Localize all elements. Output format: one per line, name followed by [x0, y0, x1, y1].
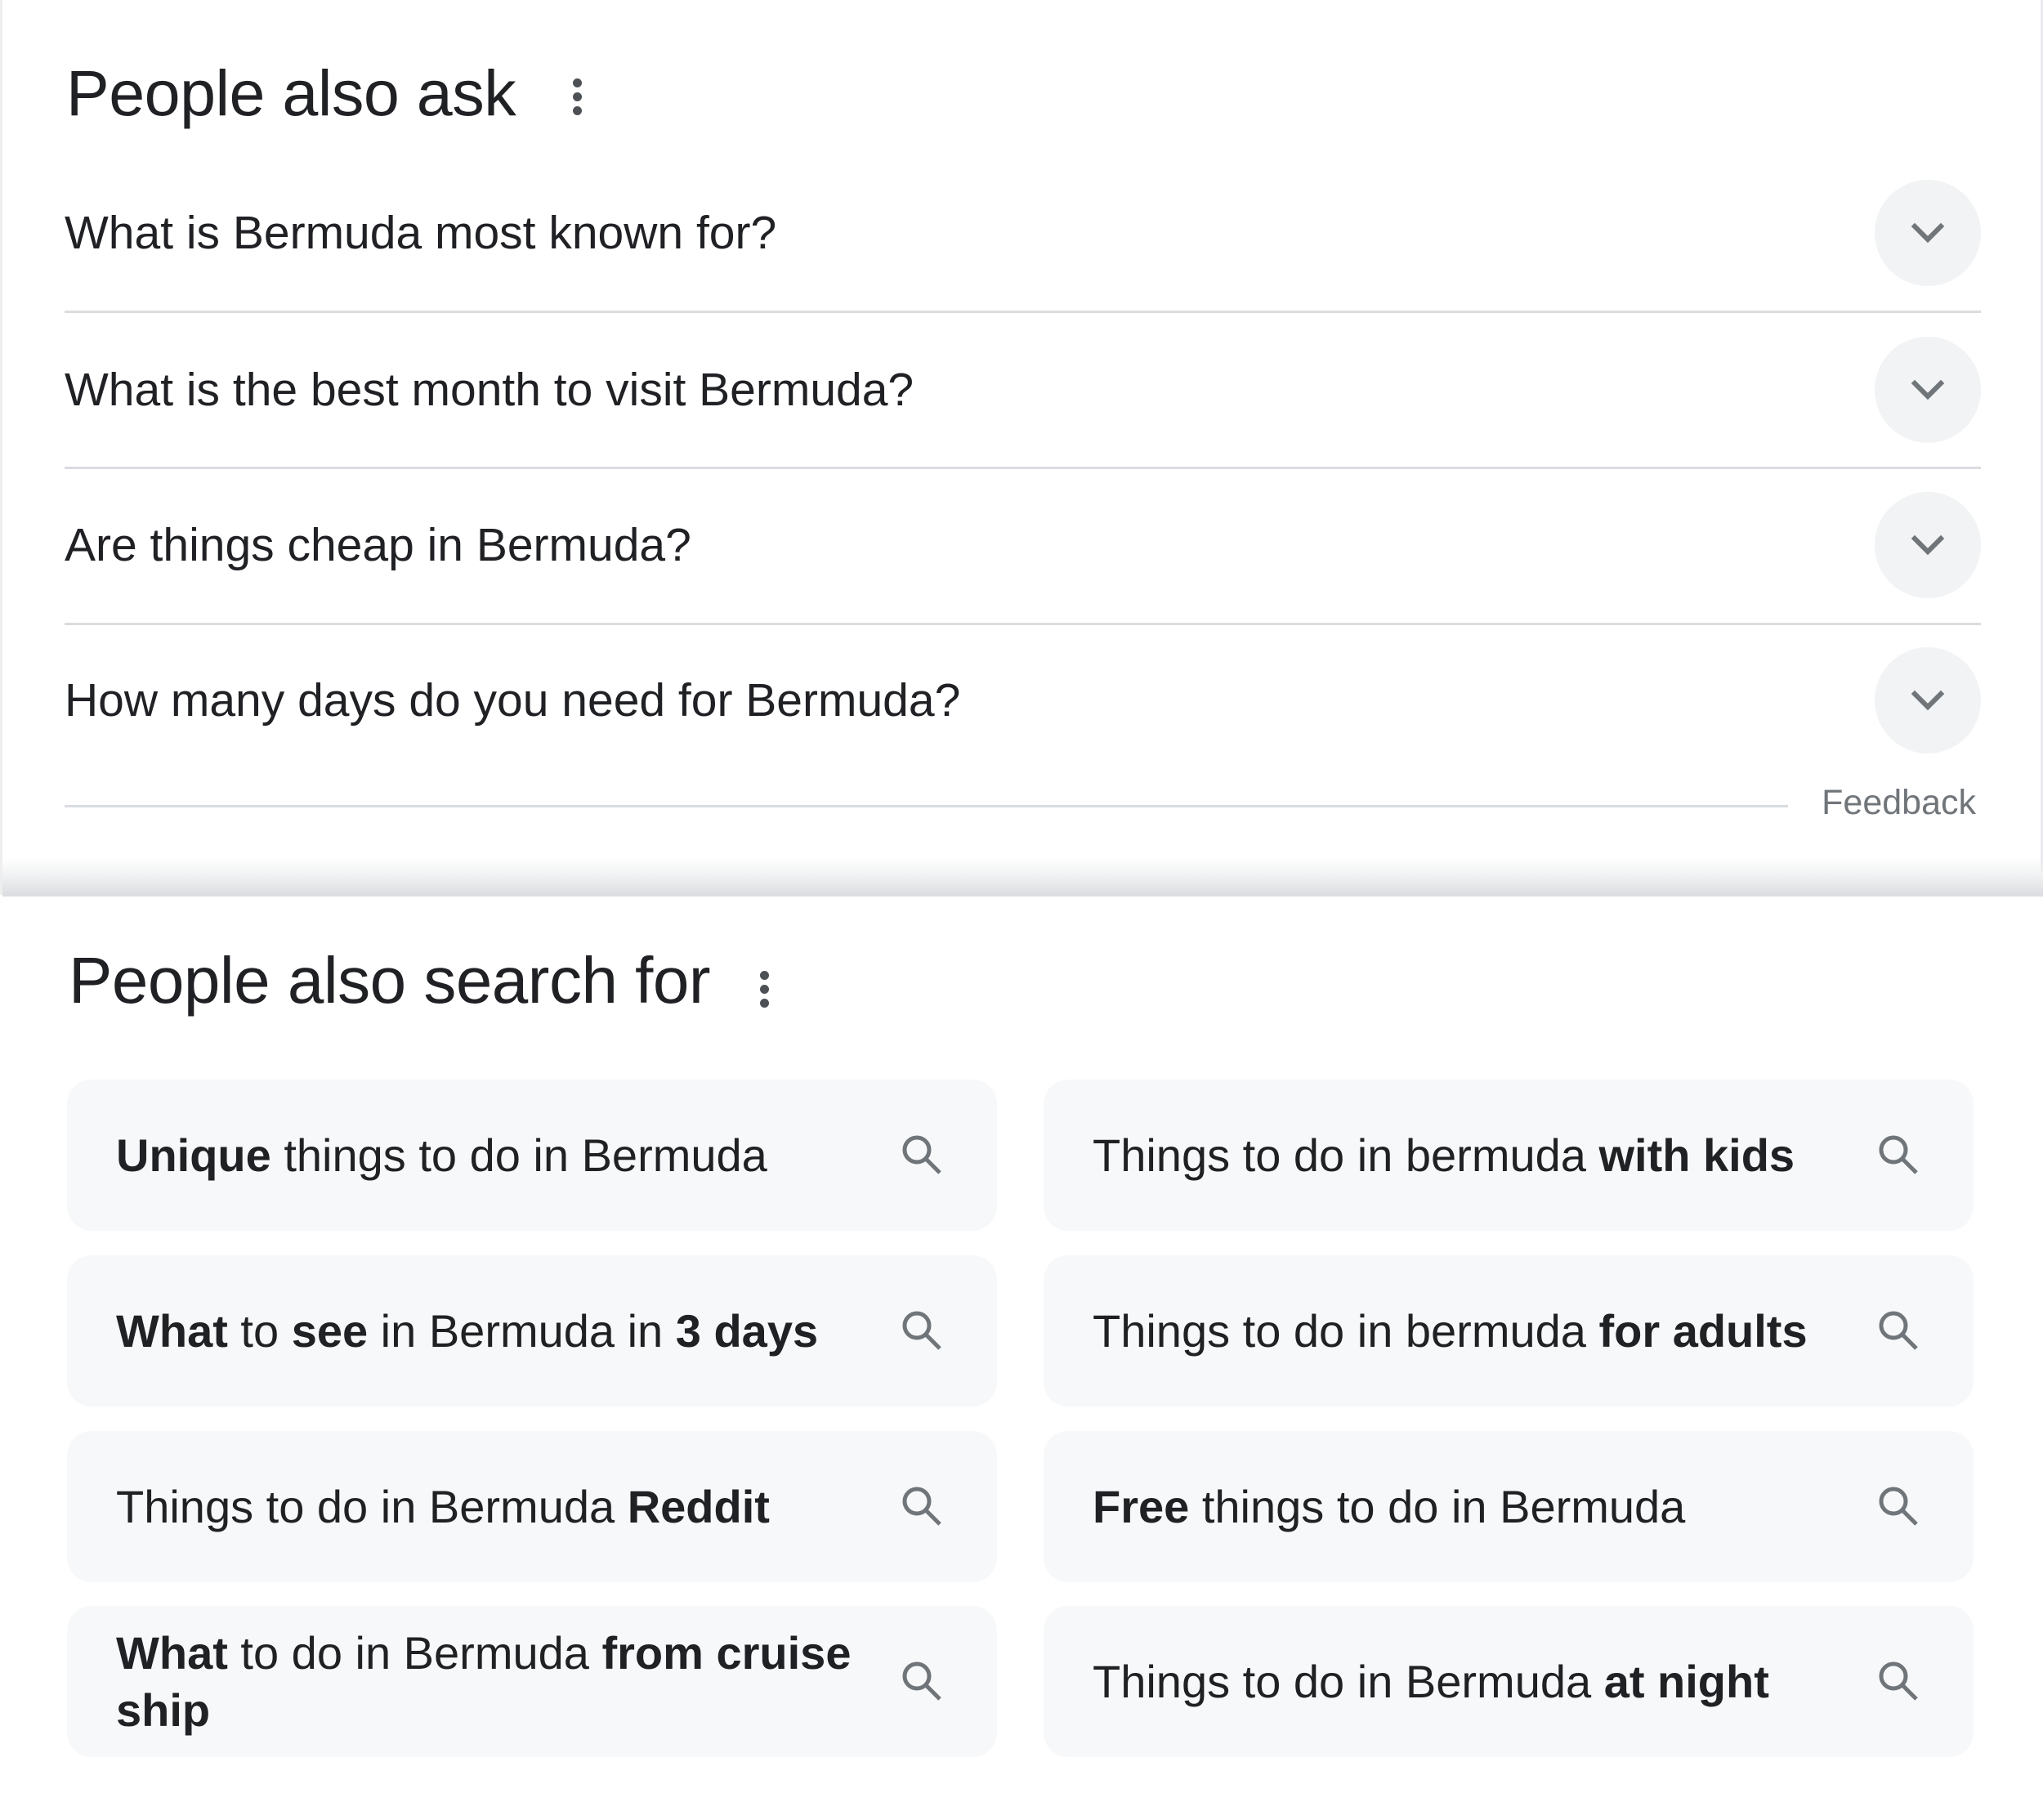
question-text: Are things cheap in Bermuda?	[65, 519, 691, 571]
related-search-chip[interactable]: Free things to do in Bermuda	[1044, 1431, 1974, 1582]
question-row[interactable]: What is the best month to visit Bermuda?	[65, 312, 1981, 467]
chevron-down-icon	[1911, 379, 1944, 400]
query-term: Things to do in Bermuda	[116, 1480, 628, 1532]
more-vert-icon	[760, 971, 769, 980]
more-vert-icon	[573, 78, 582, 87]
related-search-chip[interactable]: Things to do in Bermuda at night	[1044, 1606, 1974, 1757]
query-term: to	[227, 1304, 292, 1357]
highlighted-term: for adults	[1598, 1304, 1808, 1357]
highlighted-term: 3 days	[675, 1304, 819, 1357]
chevron-down-icon	[1911, 534, 1944, 556]
highlighted-term: see	[291, 1304, 369, 1357]
related-search-text: Things to do in Bermuda Reddit	[116, 1478, 866, 1536]
question-text: What is the best month to visit Bermuda?	[65, 364, 914, 416]
highlighted-term: Unique	[116, 1129, 271, 1181]
query-term: things to do in Bermuda	[270, 1129, 767, 1181]
people-also-ask-title: People also ask	[66, 56, 516, 129]
people-also-search-for-title: People also search for	[69, 944, 711, 1017]
highlighted-term: What	[116, 1626, 228, 1679]
query-term: Things to do in bermuda	[1093, 1304, 1599, 1357]
related-search-text: Things to do in Bermuda at night	[1093, 1653, 1843, 1710]
query-term: Things to do in Bermuda	[1093, 1655, 1604, 1707]
more-vert-icon-dot	[573, 106, 582, 115]
search-icon	[1879, 1487, 1918, 1526]
people-also-ask-menu-button[interactable]	[565, 70, 589, 119]
related-search-chip[interactable]: What to do in Bermuda from cruise ship	[67, 1606, 997, 1757]
highlighted-term: Free	[1093, 1480, 1190, 1532]
related-search-text: Unique things to do in Bermuda	[116, 1127, 866, 1184]
people-also-search-for-menu-button[interactable]	[752, 963, 776, 1012]
more-vert-icon-dot	[760, 999, 769, 1008]
related-search-chip[interactable]: Things to do in bermuda for adults	[1044, 1255, 1974, 1406]
question-text: How many days do you need for Bermuda?	[65, 674, 961, 727]
search-icon	[902, 1311, 941, 1350]
search-icon	[902, 1487, 941, 1526]
expand-question-button[interactable]	[1875, 180, 1981, 286]
section-separator-shadow	[2, 858, 2043, 897]
feedback-link[interactable]: Feedback	[1822, 783, 1976, 823]
chevron-down-icon	[1911, 690, 1944, 711]
expand-question-button[interactable]	[1875, 492, 1981, 598]
related-search-chip[interactable]: Things to do in bermuda with kids	[1044, 1080, 1974, 1231]
question-text: What is Bermuda most known for?	[65, 207, 777, 259]
question-row[interactable]: How many days do you need for Bermuda?	[65, 623, 1981, 778]
related-search-chip[interactable]: Unique things to do in Bermuda	[67, 1080, 997, 1231]
highlighted-term: What	[116, 1304, 228, 1357]
expand-question-button[interactable]	[1875, 647, 1981, 753]
related-search-text: Free things to do in Bermuda	[1093, 1478, 1843, 1536]
people-also-ask-panel: People also ask What is Bermuda most kno…	[0, 0, 2043, 897]
related-search-chip[interactable]: Things to do in Bermuda Reddit	[67, 1431, 997, 1582]
highlighted-term: with kids	[1598, 1129, 1795, 1181]
question-row[interactable]: Are things cheap in Bermuda?	[65, 467, 1981, 623]
search-icon	[902, 1135, 941, 1174]
query-term: in Bermuda in	[368, 1304, 676, 1357]
related-search-chip[interactable]: What to see in Bermuda in 3 days	[67, 1255, 997, 1406]
search-icon	[1879, 1661, 1918, 1701]
more-vert-icon-dot	[573, 92, 582, 101]
related-search-text: What to see in Bermuda in 3 days	[116, 1303, 866, 1360]
search-icon	[902, 1661, 941, 1701]
search-icon	[1879, 1135, 1918, 1174]
chevron-down-icon	[1911, 222, 1944, 244]
highlighted-term: at night	[1603, 1655, 1769, 1707]
query-term: to do in Bermuda	[227, 1626, 602, 1679]
expand-question-button[interactable]	[1875, 337, 1981, 443]
question-row[interactable]: What is Bermuda most known for?	[65, 155, 1981, 311]
query-term: things to do in Bermuda	[1189, 1480, 1686, 1532]
highlighted-term: Reddit	[627, 1480, 770, 1532]
related-search-text: Things to do in bermuda with kids	[1093, 1127, 1843, 1184]
feedback-divider	[65, 805, 1788, 807]
query-term: Things to do in bermuda	[1093, 1129, 1599, 1181]
more-vert-icon-dot	[760, 985, 769, 994]
related-search-text: What to do in Bermuda from cruise ship	[116, 1625, 866, 1739]
related-search-text: Things to do in bermuda for adults	[1093, 1303, 1843, 1360]
search-icon	[1879, 1311, 1918, 1350]
